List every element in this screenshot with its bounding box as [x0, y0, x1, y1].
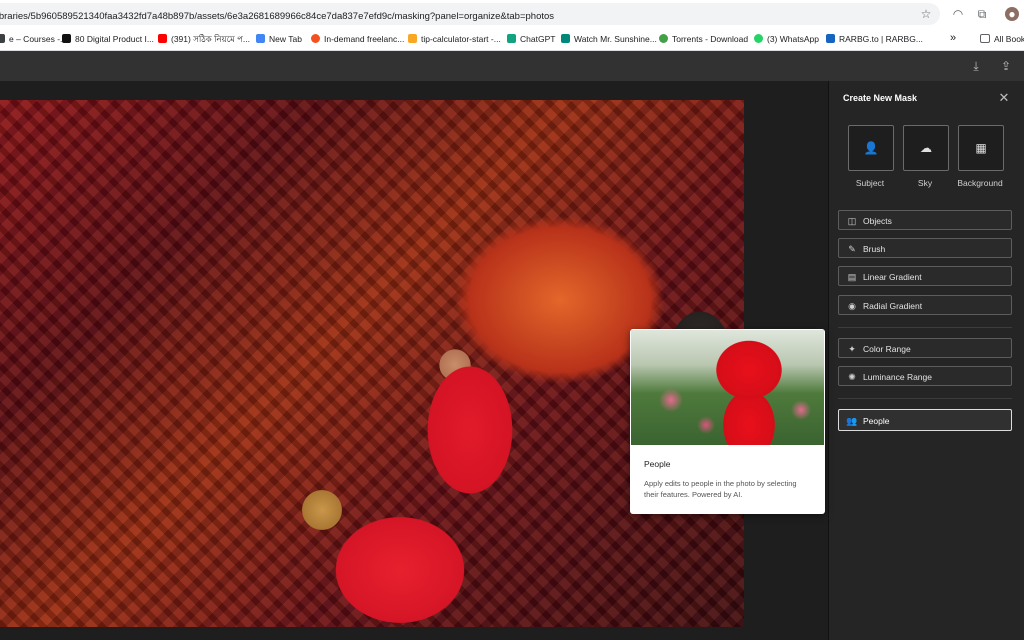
extension-arc-icon[interactable]: ◠ — [951, 7, 965, 21]
linear-gradient-button[interactable]: ▤ Linear Gradient — [838, 266, 1012, 286]
bookmark-item[interactable]: In-demand freelanc... — [311, 32, 404, 46]
bookmark-item[interactable]: ChatGPT — [507, 32, 555, 46]
luminance-range-button[interactable]: ✺ Luminance Range — [838, 366, 1012, 386]
bookmark-favicon-icon — [561, 34, 570, 43]
bookmark-item[interactable]: Torrents - Download — [659, 32, 748, 46]
folder-icon — [980, 34, 990, 43]
star-bookmark-icon[interactable]: ☆ — [919, 7, 933, 21]
bookmark-item[interactable]: (3) WhatsApp — [754, 32, 819, 46]
tooltip-title: People — [644, 459, 671, 469]
brush-icon: ✎ — [848, 244, 856, 254]
people-mask-preview-image — [631, 330, 824, 445]
radial-gradient-icon: ◉ — [848, 301, 856, 311]
background-tile-button[interactable]: ▦ — [958, 125, 1004, 171]
bookmark-item[interactable]: Watch Mr. Sunshine... — [561, 32, 657, 46]
luminance-range-icon: ✺ — [848, 372, 856, 382]
share-icon[interactable]: ⇪ — [999, 59, 1013, 73]
bookmark-favicon-icon — [826, 34, 835, 43]
browser-address-bar: /libraries/5b960589521340faa3432fd7a48b8… — [0, 0, 1024, 28]
home-icon — [256, 34, 265, 43]
bookmark-favicon-icon — [408, 34, 417, 43]
bookmark-favicon-icon — [62, 34, 71, 43]
bookmark-favicon-icon — [659, 34, 668, 43]
extensions-puzzle-icon[interactable]: ⧉ — [975, 7, 989, 21]
panel-divider — [838, 327, 1012, 328]
objects-button[interactable]: ◫ Objects — [838, 210, 1012, 230]
subject-tile-button[interactable]: 👤 — [848, 125, 894, 171]
people-icon: 👥 — [846, 416, 858, 426]
bookmark-item[interactable]: RARBG.to | RARBG... — [826, 32, 923, 46]
color-range-button[interactable]: ✦ Color Range — [838, 338, 1012, 358]
url-field[interactable]: /libraries/5b960589521340faa3432fd7a48b8… — [0, 3, 940, 25]
sky-tile-label: Sky — [917, 178, 933, 188]
subject-tile-label: Subject — [855, 178, 885, 188]
background-tile-label: Background — [957, 178, 1003, 188]
bookmark-item[interactable]: tip-calculator-start -... — [408, 32, 501, 46]
panel-divider — [838, 398, 1012, 399]
brush-button[interactable]: ✎ Brush — [838, 238, 1012, 258]
tooltip-body: Apply edits to people in the photo by se… — [644, 479, 797, 499]
bookmark-favicon-icon — [0, 34, 5, 43]
bookmark-item[interactable]: e – Courses -... — [0, 32, 67, 46]
profile-avatar-icon[interactable]: ● — [1005, 7, 1019, 21]
bookmark-item[interactable]: New Tab — [256, 32, 302, 46]
chatgpt-icon — [507, 34, 516, 43]
more-bookmarks-button[interactable]: » — [950, 32, 956, 46]
radial-gradient-button[interactable]: ◉ Radial Gradient — [838, 295, 1012, 315]
people-tooltip: People Apply edits to people in the phot… — [630, 329, 825, 514]
app-header: ⤓ ⇪ — [0, 51, 1024, 81]
background-icon: ▦ — [975, 141, 987, 155]
close-icon[interactable]: ✕ — [997, 91, 1011, 105]
bookmark-favicon-icon — [311, 34, 320, 43]
bookmark-item[interactable]: (391) সঠিক নিয়মে প... — [158, 32, 250, 46]
bookmarks-bar: e – Courses -... 80 Digital Product I...… — [0, 28, 1024, 51]
sky-icon: ☁ — [920, 141, 932, 155]
download-icon[interactable]: ⤓ — [969, 59, 983, 73]
url-text: /libraries/5b960589521340faa3432fd7a48b8… — [0, 11, 555, 22]
linear-gradient-icon: ▤ — [847, 272, 857, 282]
objects-icon: ◫ — [847, 216, 857, 226]
subject-icon: 👤 — [863, 141, 879, 155]
whatsapp-icon — [754, 34, 763, 43]
bookmark-item[interactable]: 80 Digital Product I... — [62, 32, 154, 46]
panel-title: Create New Mask — [843, 93, 918, 103]
color-range-icon: ✦ — [848, 344, 856, 354]
youtube-icon — [158, 34, 167, 43]
sky-tile-button[interactable]: ☁ — [903, 125, 949, 171]
people-button[interactable]: 👥 People — [838, 409, 1012, 431]
all-bookmarks-folder[interactable]: All Book — [980, 32, 1024, 46]
create-mask-panel: Create New Mask ✕ 👤 Subject ☁ Sky ▦ Back… — [828, 81, 1024, 640]
